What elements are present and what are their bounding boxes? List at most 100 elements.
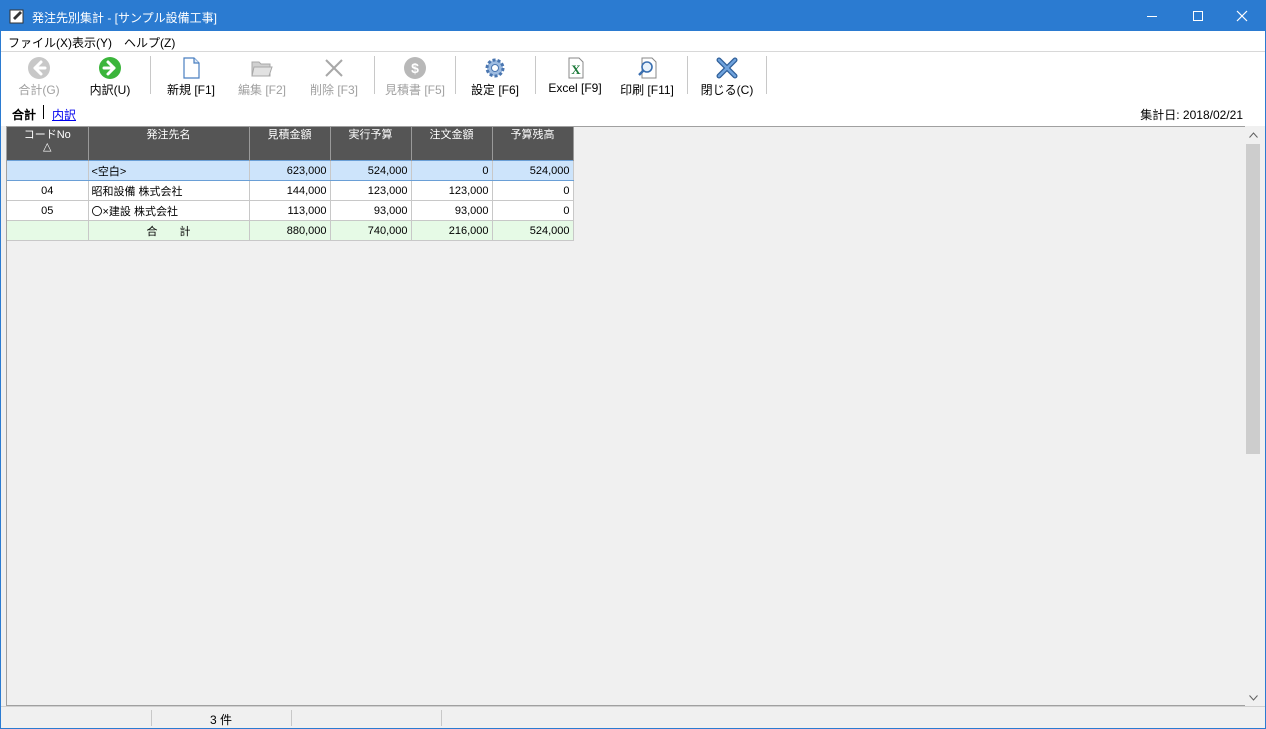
cell-name: 昭和設備 株式会社 <box>88 180 250 201</box>
maximize-icon <box>1193 11 1203 21</box>
edit-button[interactable]: 編集 [F2] <box>227 54 297 97</box>
new-button-label: 新規 [F1] <box>166 83 215 97</box>
cell-order: 0 <box>411 160 493 181</box>
total-button[interactable]: 合計(G) <box>7 54 71 97</box>
breakdown-button[interactable]: 内訳(U) <box>77 54 143 97</box>
table-row[interactable]: 04 昭和設備 株式会社 144,000 123,000 123,000 0 <box>7 180 574 201</box>
print-button-label: 印刷 [F11] <box>620 83 674 97</box>
toolbar-separator <box>455 56 456 94</box>
scroll-thumb[interactable] <box>1246 144 1260 454</box>
toolbar-separator <box>535 56 536 94</box>
scroll-down-button[interactable] <box>1245 689 1262 706</box>
close-icon <box>1236 10 1248 22</box>
grid-area: コードNo △ 発注先名 見積金額 実行予算 注文金額 予算残高 <空白> 62… <box>6 126 1246 706</box>
header-budget[interactable]: 実行予算 <box>330 127 412 161</box>
record-count: 3 件 <box>209 713 232 727</box>
total-button-label: 合計(G) <box>18 83 60 97</box>
cell-name: <空白> <box>88 160 250 181</box>
edit-button-label: 編集 [F2] <box>237 83 286 97</box>
total-row[interactable]: 合 計 880,000 740,000 216,000 524,000 <box>7 220 574 241</box>
print-button[interactable]: 印刷 [F11] <box>613 54 681 97</box>
forward-arrow-icon <box>99 57 121 79</box>
cell-order: 123,000 <box>411 180 493 201</box>
minimize-icon <box>1147 16 1157 17</box>
toolbar: 合計(G) 内訳(U) 新規 [F1] 編集 [F2] 削除 [F3] $ 見積… <box>1 51 1265 99</box>
quotation-button[interactable]: $ 見積書 [F5] <box>378 54 452 97</box>
folder-open-icon <box>251 61 273 77</box>
svg-text:$: $ <box>411 60 419 76</box>
gear-icon <box>485 58 505 78</box>
minimize-button[interactable] <box>1129 1 1175 31</box>
delete-button-label: 削除 [F3] <box>309 83 358 97</box>
status-bar: 3 件 <box>1 706 1265 728</box>
delete-x-icon <box>325 59 343 77</box>
excel-icon: X <box>568 57 584 79</box>
menu-file[interactable]: ファイル(X) <box>8 34 72 51</box>
close-button[interactable]: 閉じる(C) <box>693 54 761 97</box>
mode-detail-link[interactable]: 内訳 <box>52 106 76 123</box>
scroll-up-button[interactable] <box>1245 126 1262 143</box>
quotation-button-label: 見積書 [F5] <box>384 83 445 97</box>
settings-button[interactable]: 設定 [F6] <box>461 54 529 97</box>
close-button-label: 閉じる(C) <box>700 83 754 97</box>
breakdown-button-label: 内訳(U) <box>89 83 131 97</box>
cell-budget: 123,000 <box>330 180 412 201</box>
toolbar-separator <box>374 56 375 94</box>
supplier-summary-table: コードNo △ 発注先名 見積金額 実行予算 注文金額 予算残高 <空白> 62… <box>7 127 574 241</box>
cell-estimate: 144,000 <box>249 180 331 201</box>
cell-code: 05 <box>7 200 89 221</box>
cell-remain: 0 <box>492 200 574 221</box>
view-mode-bar: 合計 内訳 集計日: 2018/02/21 <box>1 98 1265 126</box>
excel-button[interactable]: X Excel [F9] <box>541 54 609 96</box>
print-preview-icon <box>638 57 657 79</box>
app-window: 発注先別集計 - [サンプル設備工事] ファイル(X) 表示(Y) ヘルプ(Z)… <box>0 0 1266 729</box>
dollar-icon: $ <box>404 57 426 79</box>
cell-code: 04 <box>7 180 89 201</box>
table-header-row: コードNo △ 発注先名 見積金額 実行予算 注文金額 予算残高 <box>7 127 574 161</box>
app-icon <box>9 9 24 24</box>
back-arrow-icon <box>28 57 50 79</box>
total-label: 合 計 <box>88 220 250 241</box>
status-divider <box>441 710 442 726</box>
cell-estimate: 623,000 <box>249 160 331 181</box>
cell-remain: 0 <box>492 180 574 201</box>
new-button[interactable]: 新規 [F1] <box>156 54 226 97</box>
cell-budget: 524,000 <box>330 160 412 181</box>
menu-help[interactable]: ヘルプ(Z) <box>124 34 175 51</box>
title-bar: 発注先別集計 - [サンプル設備工事] <box>1 1 1265 31</box>
header-estimate[interactable]: 見積金額 <box>249 127 331 161</box>
table-row[interactable]: <空白> 623,000 524,000 0 524,000 <box>7 160 574 181</box>
header-code-label: コードNo <box>23 129 71 141</box>
svg-text:X: X <box>571 62 581 77</box>
cell-name: 〇×建設 株式会社 <box>88 200 250 221</box>
header-order[interactable]: 注文金額 <box>411 127 493 161</box>
chevron-down-icon <box>1249 694 1258 701</box>
close-window-button[interactable] <box>1219 1 1265 31</box>
mode-divider <box>43 105 44 119</box>
maximize-button[interactable] <box>1175 1 1221 31</box>
aggregate-date: 集計日: 2018/02/21 <box>1140 108 1243 122</box>
cell-estimate: 113,000 <box>249 200 331 221</box>
cell-budget: 93,000 <box>330 200 412 221</box>
mode-total-tab[interactable]: 合計 <box>12 106 36 123</box>
delete-button[interactable]: 削除 [F3] <box>299 54 369 97</box>
header-name[interactable]: 発注先名 <box>88 127 250 161</box>
chevron-up-icon <box>1249 131 1258 138</box>
header-remain[interactable]: 予算残高 <box>492 127 574 161</box>
vertical-scrollbar[interactable] <box>1245 126 1262 706</box>
total-order: 216,000 <box>411 220 493 241</box>
menu-bar: ファイル(X) 表示(Y) ヘルプ(Z) <box>1 31 1265 51</box>
toolbar-separator <box>687 56 688 94</box>
menu-view[interactable]: 表示(Y) <box>72 34 112 51</box>
new-document-icon <box>183 57 200 79</box>
settings-button-label: 設定 [F6] <box>470 83 519 97</box>
total-remain: 524,000 <box>492 220 574 241</box>
total-estimate: 880,000 <box>249 220 331 241</box>
header-code[interactable]: コードNo △ <box>7 127 89 161</box>
close-x-icon <box>716 57 738 79</box>
table-row[interactable]: 05 〇×建設 株式会社 113,000 93,000 93,000 0 <box>7 200 574 221</box>
toolbar-separator <box>150 56 151 94</box>
sort-indicator-icon: △ <box>43 141 52 153</box>
toolbar-separator <box>766 56 767 94</box>
excel-button-label: Excel [F9] <box>548 81 602 95</box>
